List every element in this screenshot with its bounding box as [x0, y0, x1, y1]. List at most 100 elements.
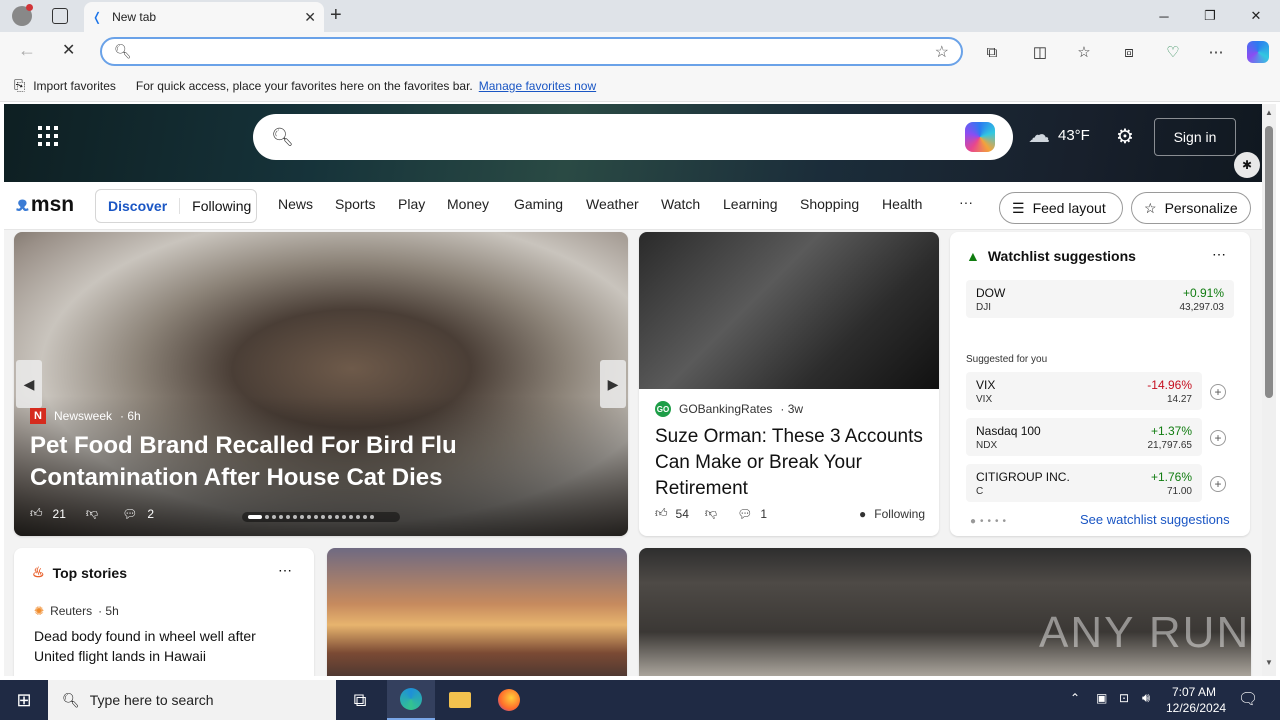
- like-icon[interactable]: 👍︎: [655, 506, 668, 521]
- top-stories-title: Top stories: [52, 564, 127, 581]
- see-watchlist-link[interactable]: See watchlist suggestions: [1080, 512, 1230, 527]
- add-citi-icon[interactable]: +: [1210, 476, 1226, 492]
- clock[interactable]: 7:07 AM 12/26/2024: [1166, 684, 1226, 716]
- nav-more-icon[interactable]: ···: [959, 194, 973, 210]
- import-favorites[interactable]: Import favorites: [33, 79, 116, 93]
- like-icon[interactable]: 👍︎: [30, 506, 43, 521]
- windows-start-icon[interactable]: ⊞: [0, 680, 48, 720]
- maximize-icon[interactable]: ❐: [1187, 0, 1233, 32]
- suze-story-card[interactable]: GO GOBankingRates · 3w Suze Orman: These…: [639, 232, 939, 536]
- top-story-headline[interactable]: Dead body found in wheel well after Unit…: [34, 626, 296, 666]
- msn-search-box[interactable]: 🔍︎: [253, 114, 1013, 160]
- watchlist-more-icon[interactable]: ⋯: [1212, 246, 1226, 263]
- stock-row-vix[interactable]: VIX VIX -14.96% 14.27: [966, 372, 1202, 410]
- favorites-icon[interactable]: ☆: [1069, 39, 1099, 65]
- volume-icon[interactable]: 🔊︎: [1142, 690, 1150, 706]
- msn-logo[interactable]: ᴥ msn: [16, 193, 74, 217]
- suze-headline[interactable]: Suze Orman: These 3 Accounts Can Make or…: [655, 424, 927, 502]
- carousel-prev-icon[interactable]: ◀: [16, 360, 42, 408]
- task-view-icon[interactable]: ⧉: [336, 680, 384, 720]
- kitchen-story-image[interactable]: ANY RUN: [639, 548, 1251, 676]
- hero-likes: 21: [52, 506, 66, 521]
- carousel-next-icon[interactable]: ▶: [600, 360, 626, 408]
- close-window-icon[interactable]: ✕: [1233, 0, 1279, 32]
- nav-money[interactable]: Money: [447, 196, 489, 212]
- tab-actions-icon[interactable]: [52, 8, 68, 24]
- watchlist-dots[interactable]: ●••••: [970, 516, 1010, 527]
- nav-play[interactable]: Play: [398, 196, 425, 212]
- comment-icon[interactable]: 💬︎: [737, 507, 752, 521]
- top-story-source: ✺ Reuters · 5h: [34, 604, 119, 618]
- address-bar[interactable]: 🔍︎ ☆: [100, 37, 963, 66]
- nav-gaming[interactable]: Gaming: [514, 196, 563, 212]
- stock-symbol: DJI: [976, 302, 991, 313]
- favbar-hint: For quick access, place your favorites h…: [135, 78, 473, 93]
- extensions-icon[interactable]: ⧉: [977, 39, 1007, 65]
- favorite-star-icon[interactable]: ☆: [935, 42, 949, 62]
- add-ndx-icon[interactable]: +: [1210, 430, 1226, 446]
- comment-icon[interactable]: 💬︎: [122, 507, 137, 521]
- page-scrollbar[interactable]: ▲ ▼: [1262, 104, 1276, 676]
- profile-icon[interactable]: [12, 4, 33, 26]
- address-input[interactable]: [139, 44, 935, 59]
- stock-row-ndx[interactable]: Nasdaq 100 NDX +1.37% 21,797.65: [966, 418, 1202, 456]
- personalize-button[interactable]: ☆ Personalize: [1131, 192, 1251, 224]
- close-tab-icon[interactable]: ✕: [304, 9, 316, 26]
- nav-learning[interactable]: Learning: [723, 196, 778, 212]
- msn-search-input[interactable]: [305, 128, 965, 146]
- firefox-icon[interactable]: [485, 680, 533, 720]
- tab-discover[interactable]: Discover: [96, 198, 181, 214]
- stock-change: +0.91%: [1182, 286, 1224, 300]
- copilot-icon[interactable]: [965, 122, 995, 152]
- nav-sports[interactable]: Sports: [335, 196, 375, 212]
- apps-grid-icon[interactable]: [38, 126, 58, 146]
- minimize-icon[interactable]: ─: [1141, 0, 1187, 32]
- scroll-up-icon[interactable]: ▲: [1265, 108, 1273, 117]
- truck-story-image[interactable]: [327, 548, 627, 676]
- tray-device-icon[interactable]: ▣: [1096, 691, 1107, 705]
- hero-headline[interactable]: Pet Food Brand Recalled For Bird Flu Con…: [30, 430, 615, 494]
- tab-new-tab[interactable]: ❬ New tab ✕: [84, 2, 324, 32]
- copilot-icon[interactable]: [1243, 39, 1273, 65]
- stock-row-citi[interactable]: CITIGROUP INC. C +1.76% 71.00: [966, 464, 1202, 502]
- nav-shopping[interactable]: Shopping: [800, 196, 859, 212]
- collections-icon[interactable]: ⧈: [1114, 39, 1144, 65]
- stop-icon[interactable]: ✕: [62, 40, 75, 60]
- nav-watch[interactable]: Watch: [661, 196, 700, 212]
- more-menu-icon[interactable]: ⋯: [1201, 39, 1231, 65]
- following-label[interactable]: Following: [874, 507, 925, 521]
- stock-row-dow[interactable]: DOW DJI +0.91% 43,297.03: [966, 280, 1234, 318]
- new-tab-icon[interactable]: +: [330, 4, 342, 27]
- taskbar-search[interactable]: 🔍︎ Type here to search: [48, 680, 336, 720]
- top-stories-header: ♨ Top stories: [32, 564, 127, 581]
- feed-layout-button[interactable]: ☰ Feed layout: [999, 192, 1123, 224]
- dislike-icon[interactable]: 👎︎: [86, 506, 98, 521]
- add-vix-icon[interactable]: +: [1210, 384, 1226, 400]
- weather-widget[interactable]: ☁ 43°F: [1028, 122, 1090, 148]
- nav-health[interactable]: Health: [882, 196, 922, 212]
- nav-news[interactable]: News: [278, 196, 313, 212]
- manage-favorites-link[interactable]: Manage favorites now: [479, 79, 596, 93]
- background-toggle-icon[interactable]: ✱: [1234, 152, 1260, 178]
- edge-app-icon[interactable]: [387, 680, 435, 720]
- back-icon[interactable]: ←: [18, 40, 36, 61]
- top-stories-more-icon[interactable]: ⋯: [278, 562, 292, 579]
- notification-icon[interactable]: 🗨︎: [1238, 689, 1258, 709]
- file-explorer-icon[interactable]: [436, 680, 484, 720]
- split-screen-icon[interactable]: ◫: [1025, 39, 1055, 65]
- tray-chevron-icon[interactable]: ⌃: [1070, 691, 1080, 705]
- network-icon[interactable]: ⊡: [1119, 691, 1129, 705]
- settings-gear-icon[interactable]: ⚙: [1116, 124, 1134, 149]
- dislike-icon[interactable]: 👎︎: [705, 506, 717, 521]
- nav-weather[interactable]: Weather: [586, 196, 639, 212]
- scroll-down-icon[interactable]: ▼: [1265, 658, 1273, 667]
- import-icon[interactable]: ⎘: [14, 77, 25, 94]
- sign-in-button[interactable]: Sign in: [1154, 118, 1236, 156]
- watchlist-title: Watchlist suggestions: [987, 248, 1136, 264]
- scroll-thumb[interactable]: [1265, 126, 1273, 398]
- hero-story-card[interactable]: ◀ ▶ N Newsweek · 6h Pet Food Brand Recal…: [14, 232, 628, 536]
- tab-following[interactable]: Following: [180, 198, 263, 214]
- performance-icon[interactable]: ♡: [1158, 39, 1188, 65]
- feed-layout-label: Feed layout: [1032, 200, 1106, 216]
- carousel-dots[interactable]: [242, 512, 400, 522]
